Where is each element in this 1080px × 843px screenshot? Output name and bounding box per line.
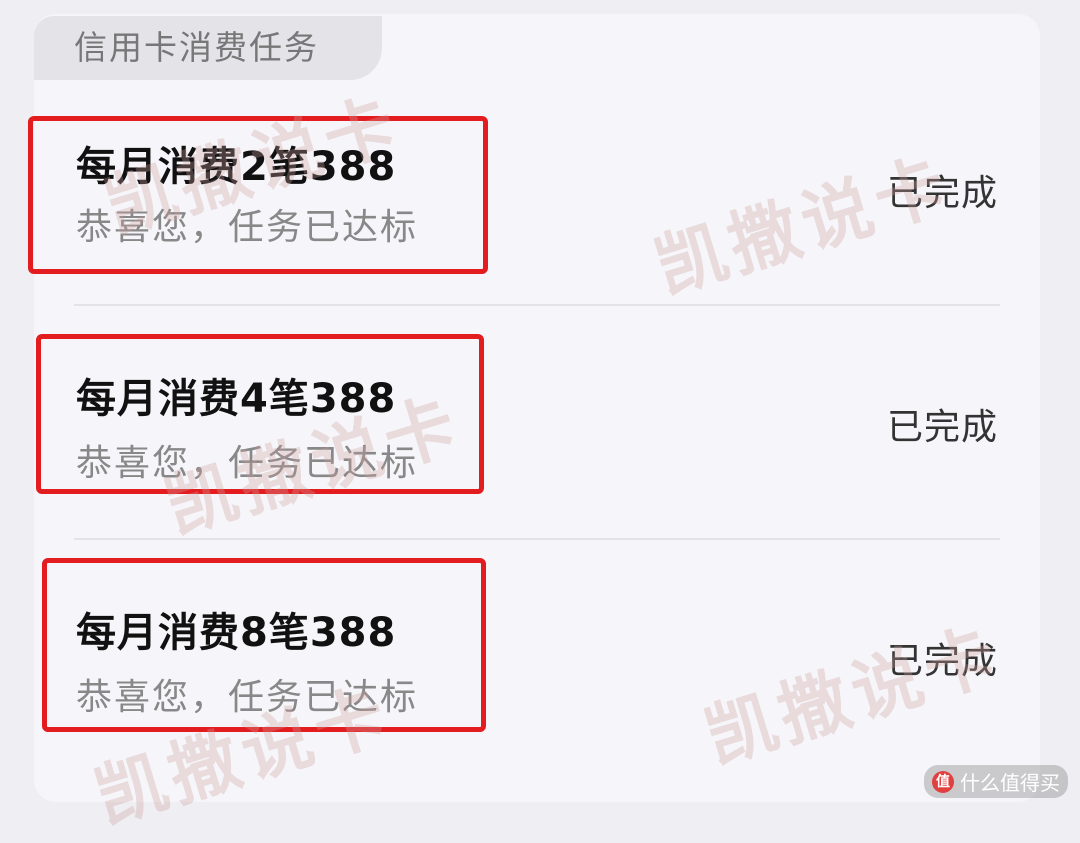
divider bbox=[74, 304, 1000, 306]
task-subtitle: 恭喜您，任务已达标 bbox=[76, 207, 419, 248]
task-subtitle: 恭喜您，任务已达标 bbox=[76, 677, 419, 718]
task-status: 已完成 bbox=[886, 407, 998, 448]
divider bbox=[74, 538, 1000, 540]
brand-label: 什么值得买 bbox=[960, 771, 1060, 795]
section-title: 信用卡消费任务 bbox=[34, 16, 382, 80]
task-title: 每月消费4笔388 bbox=[76, 376, 397, 422]
task-item-2[interactable]: 每月消费4笔388 恭喜您，任务已达标 已完成 bbox=[34, 352, 1040, 522]
task-title: 每月消费2笔388 bbox=[76, 144, 397, 190]
task-status: 已完成 bbox=[886, 641, 998, 682]
brand-logo-icon: 值 bbox=[932, 770, 954, 793]
task-subtitle: 恭喜您，任务已达标 bbox=[76, 443, 419, 484]
task-item-1[interactable]: 每月消费2笔388 恭喜您，任务已达标 已完成 bbox=[34, 120, 1040, 290]
task-status: 已完成 bbox=[886, 173, 998, 214]
brand-badge: 值 什么值得买 bbox=[924, 765, 1068, 798]
task-item-3[interactable]: 每月消费8笔388 恭喜您，任务已达标 已完成 bbox=[34, 586, 1040, 756]
task-title: 每月消费8笔388 bbox=[76, 610, 397, 656]
